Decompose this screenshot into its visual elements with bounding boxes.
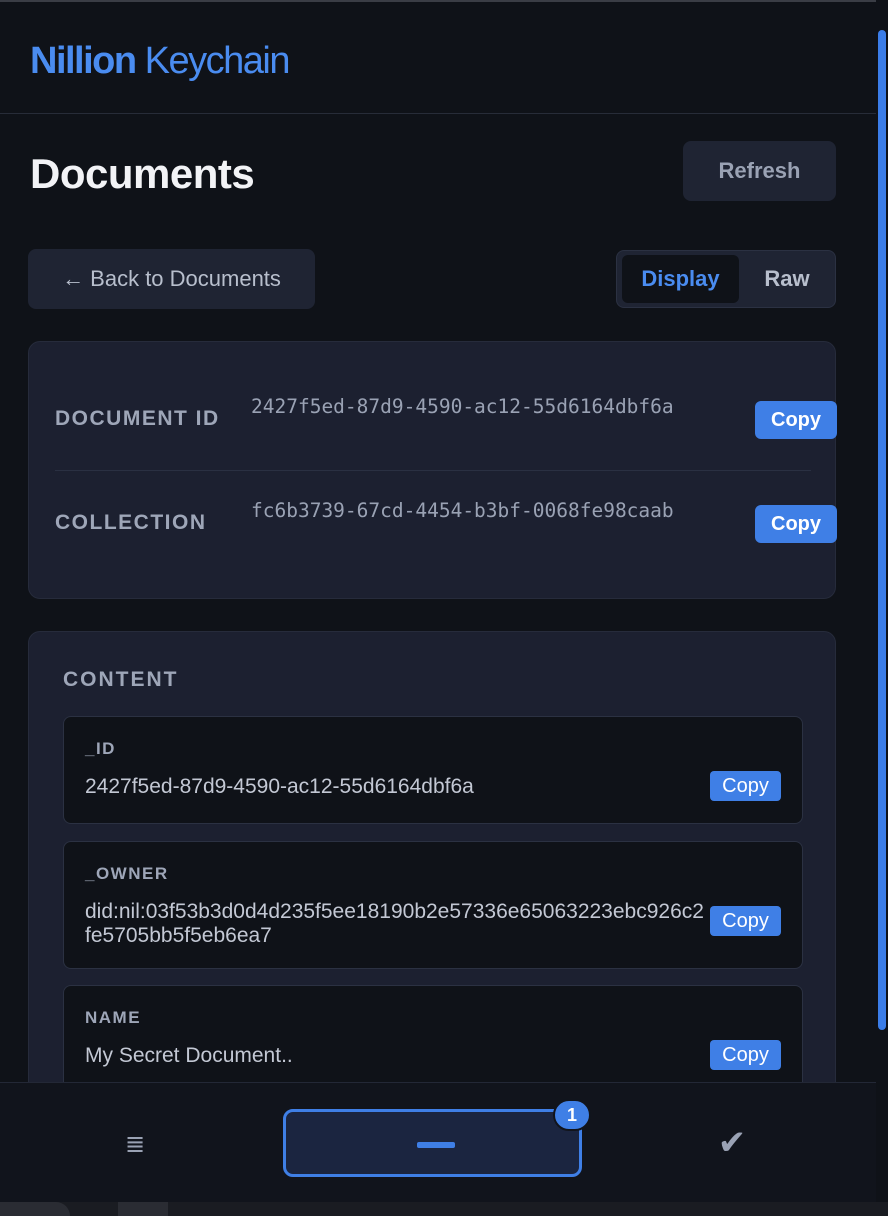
copy-collection-button[interactable]: Copy [755, 505, 837, 543]
list-icon[interactable]: ≣ [118, 1127, 152, 1161]
notification-badge: 1 [553, 1099, 591, 1131]
copy-owner-button[interactable]: Copy [710, 906, 781, 936]
copy-document-id-button[interactable]: Copy [755, 401, 837, 439]
view-mode-toggle: Display Raw [616, 250, 836, 308]
window-edge-decoration [0, 1202, 70, 1216]
refresh-button[interactable]: Refresh [683, 141, 836, 201]
check-icon[interactable]: ✔ [712, 1123, 752, 1163]
field-value: did:nil:03f53b3d0d4d235f5ee18190b2e57336… [85, 900, 704, 947]
app-header: Nillion Keychain [0, 2, 876, 114]
scrollbar[interactable] [876, 0, 888, 1216]
content-heading: CONTENT [63, 668, 179, 691]
metadata-value: fc6b3739-67cd-4454-b3bf-0068fe98caab [251, 499, 674, 522]
back-to-documents-button[interactable]: ← Back to Documents [28, 249, 315, 309]
field-label: NAME [85, 1008, 142, 1027]
window-bottom-edge [0, 1202, 888, 1216]
view-mode-raw[interactable]: Raw [743, 255, 831, 303]
copy-name-button[interactable]: Copy [710, 1040, 781, 1070]
field-value: My Secret Document.. [85, 1044, 293, 1067]
field-label: _ID [85, 739, 116, 758]
logo-brand: Nillion [30, 40, 137, 82]
field-value: 2427f5ed-87d9-4590-ac12-55d6164dbf6a [85, 775, 474, 798]
bottom-navigation: ≣ 1 ✔ [0, 1082, 876, 1202]
page-title: Documents [30, 150, 255, 197]
metadata-label: DOCUMENT ID [55, 407, 220, 430]
pending-requests-button[interactable] [283, 1109, 582, 1177]
window-edge-decoration [118, 1202, 168, 1216]
copy-id-button[interactable]: Copy [710, 771, 781, 801]
content-field-id: _ID 2427f5ed-87d9-4590-ac12-55d6164dbf6a… [63, 716, 803, 824]
field-label: _OWNER [85, 864, 169, 883]
metadata-value: 2427f5ed-87d9-4590-ac12-55d6164dbf6a [251, 395, 674, 418]
metadata-label: COLLECTION [55, 511, 207, 534]
content-field-owner: _OWNER did:nil:03f53b3d0d4d235f5ee18190b… [63, 841, 803, 969]
scrollbar-thumb[interactable] [878, 30, 886, 1030]
logo-product: Keychain [144, 40, 291, 82]
metadata-row-collection: COLLECTION fc6b3739-67cd-4454-b3bf-0068f… [55, 471, 837, 575]
app-logo: Nillion Keychain [30, 40, 291, 83]
minus-icon [417, 1142, 455, 1148]
document-metadata-card: DOCUMENT ID 2427f5ed-87d9-4590-ac12-55d6… [28, 341, 837, 599]
metadata-row-document-id: DOCUMENT ID 2427f5ed-87d9-4590-ac12-55d6… [55, 367, 837, 471]
view-mode-display[interactable]: Display [622, 255, 739, 303]
